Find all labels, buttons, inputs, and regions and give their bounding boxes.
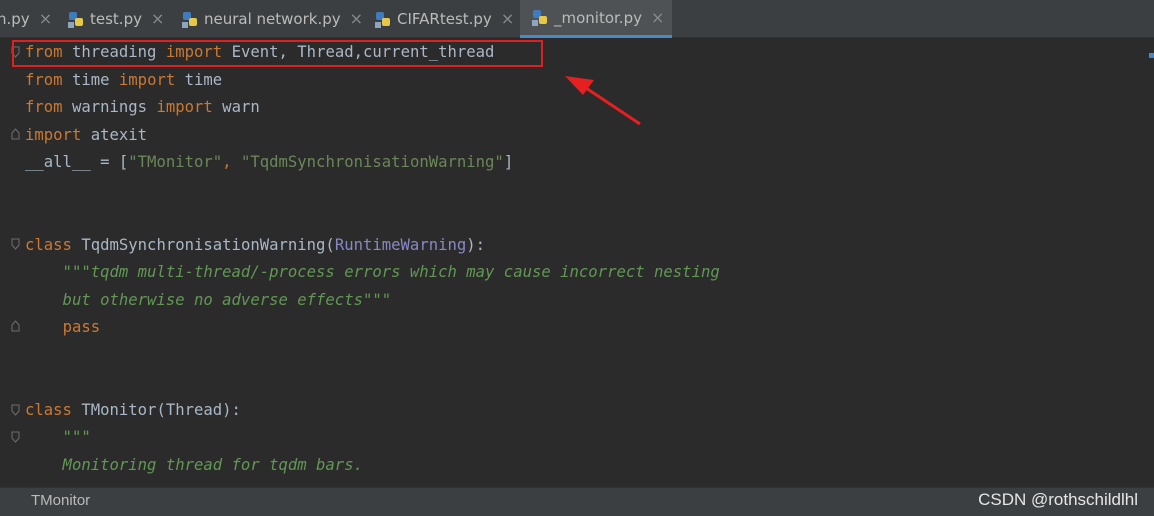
- watermark-text: CSDN @rothschildlhl: [978, 490, 1138, 509]
- red-arrow-icon: [565, 76, 641, 126]
- breadcrumb[interactable]: TMonitor: [31, 492, 90, 509]
